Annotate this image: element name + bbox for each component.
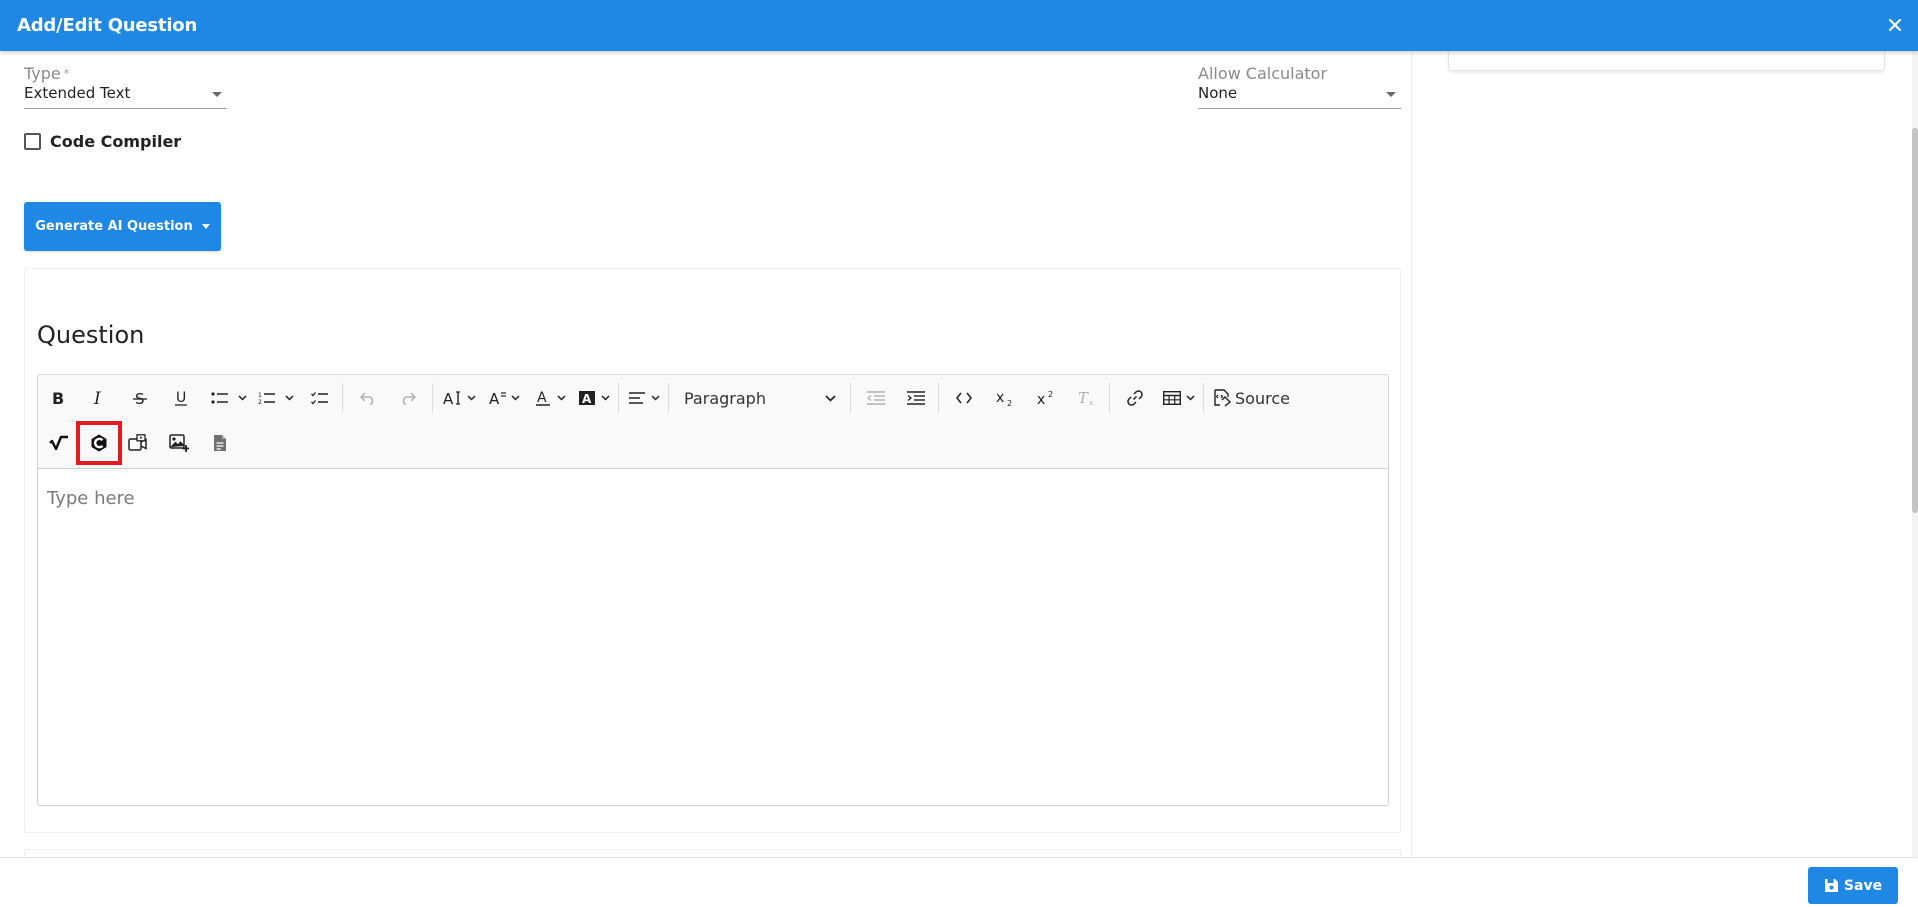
- allow-calculator-label: Allow Calculator: [1198, 64, 1328, 83]
- dialog-header: Add/Edit Question: [0, 0, 1918, 51]
- svg-text:1: 1: [258, 392, 262, 399]
- chevron-down-icon: [825, 394, 836, 402]
- svg-text:A: A: [582, 392, 592, 406]
- paragraph-format-dropdown[interactable]: Paragraph: [674, 382, 844, 414]
- svg-text:T: T: [1078, 390, 1089, 406]
- underline-icon[interactable]: U: [165, 382, 197, 414]
- svg-text:2: 2: [1007, 399, 1012, 406]
- type-value: Extended Text: [24, 84, 131, 102]
- toolbar-separator: [668, 383, 669, 413]
- svg-text:U: U: [176, 390, 186, 406]
- bulleted-list-icon[interactable]: [207, 382, 251, 414]
- question-card: Question B I S U 1 2 A A A A Paragraph x…: [24, 268, 1401, 833]
- document-icon[interactable]: [204, 427, 236, 459]
- toolbar-separator: [1109, 383, 1110, 413]
- source-label: Source: [1235, 388, 1290, 408]
- insert-image-icon[interactable]: [163, 427, 195, 459]
- close-icon[interactable]: [1884, 14, 1906, 36]
- bold-icon[interactable]: B: [42, 382, 74, 414]
- source-button[interactable]: Source: [1209, 382, 1294, 414]
- superscript-icon[interactable]: x2: [1030, 382, 1062, 414]
- toolbar-separator: [618, 383, 619, 413]
- save-button[interactable]: Save: [1808, 867, 1898, 904]
- todo-list-icon[interactable]: [304, 382, 336, 414]
- code-compiler-label: Code Compiler: [50, 132, 182, 151]
- subscript-icon[interactable]: x2: [989, 382, 1021, 414]
- table-icon[interactable]: [1159, 382, 1199, 414]
- svg-text:2: 2: [258, 399, 262, 405]
- type-select[interactable]: Type * Extended Text: [24, 64, 227, 109]
- undo-icon[interactable]: [352, 382, 384, 414]
- toolbar-separator: [432, 383, 433, 413]
- font-family-icon[interactable]: A: [485, 382, 524, 414]
- allow-calculator-value: None: [1198, 84, 1238, 102]
- toolbar-separator: [938, 383, 939, 413]
- indent-icon[interactable]: [900, 382, 932, 414]
- question-form: Type * Extended Text Allow Calculator Non…: [12, 51, 1412, 857]
- svg-text:A: A: [537, 390, 547, 406]
- math-equation-icon[interactable]: [43, 427, 75, 459]
- font-color-icon[interactable]: A: [531, 382, 570, 414]
- generate-ai-question-label: Generate AI Question: [35, 219, 193, 234]
- text-align-icon[interactable]: [625, 382, 664, 414]
- italic-icon[interactable]: I: [83, 382, 115, 414]
- type-label: Type: [24, 64, 61, 83]
- numbered-list-icon[interactable]: 12: [254, 382, 298, 414]
- paragraph-format-value: Paragraph: [684, 388, 766, 408]
- media-embed-icon[interactable]: [122, 427, 154, 459]
- svg-text:x: x: [1089, 399, 1093, 406]
- save-label: Save: [1843, 877, 1883, 894]
- code-compiler-icon[interactable]: [76, 421, 122, 465]
- code-icon[interactable]: [948, 382, 980, 414]
- toolbar-separator: [342, 383, 343, 413]
- editor-toolbar: B I S U 12 A A A A Paragraph x 2 x 2 T x…: [37, 374, 1389, 468]
- next-card: [24, 849, 1401, 857]
- source-icon: [1214, 389, 1231, 407]
- svg-text:x: x: [1037, 392, 1045, 406]
- strikethrough-icon[interactable]: S: [124, 382, 156, 414]
- dialog-footer: Save: [0, 857, 1918, 907]
- svg-text:S: S: [135, 390, 145, 406]
- toolbar-separator: [1203, 383, 1204, 413]
- dialog-title: Add/Edit Question: [17, 15, 198, 36]
- question-heading: Question: [37, 321, 145, 349]
- font-size-icon[interactable]: A: [439, 382, 480, 414]
- save-icon: [1824, 879, 1838, 892]
- svg-text:2: 2: [1048, 390, 1053, 399]
- code-compiler-row[interactable]: Code Compiler: [24, 132, 181, 151]
- toolbar-separator: [850, 383, 851, 413]
- chevron-down-icon: [212, 92, 222, 97]
- generate-ai-question-button[interactable]: Generate AI Question: [24, 202, 221, 251]
- outdent-icon[interactable]: [860, 382, 892, 414]
- scrollbar-thumb[interactable]: [1912, 128, 1918, 513]
- allow-calculator-select[interactable]: Allow Calculator None: [1198, 64, 1401, 109]
- code-compiler-checkbox[interactable]: [24, 133, 41, 150]
- background-color-icon[interactable]: A: [575, 382, 614, 414]
- svg-text:x: x: [996, 390, 1004, 406]
- svg-text:A: A: [489, 390, 500, 406]
- link-icon[interactable]: [1119, 382, 1151, 414]
- required-mark: *: [63, 67, 70, 80]
- toolbar-row-1: B I S U 12 A A A A Paragraph x 2 x 2 T x…: [38, 378, 1294, 418]
- chevron-down-icon: [1386, 92, 1396, 97]
- side-panel: [1448, 51, 1885, 71]
- redo-icon[interactable]: [392, 382, 424, 414]
- svg-text:A: A: [443, 390, 454, 406]
- editor-placeholder: Type here: [47, 488, 135, 509]
- chevron-down-icon: [201, 224, 210, 229]
- svg-text:I: I: [93, 390, 101, 406]
- svg-text:B: B: [52, 390, 64, 406]
- remove-format-icon[interactable]: Tx: [1071, 382, 1103, 414]
- toolbar-row-2: [38, 421, 236, 465]
- question-editor[interactable]: Type here: [37, 468, 1389, 806]
